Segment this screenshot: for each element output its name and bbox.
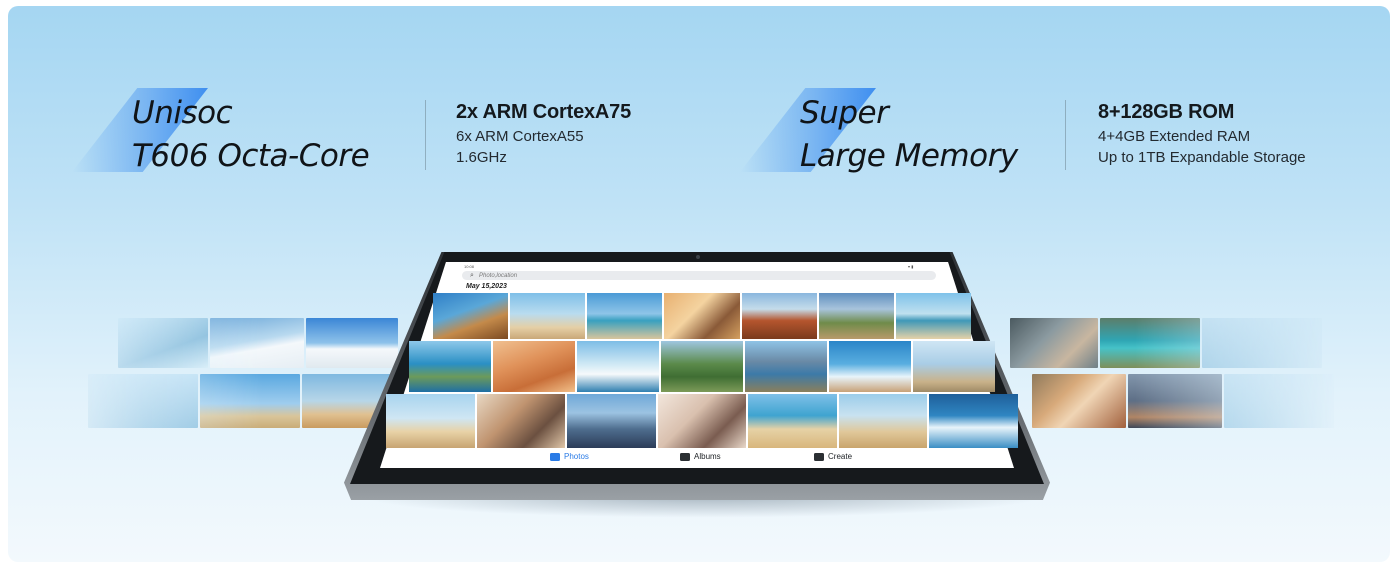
status-icons: ▾ ▮: [908, 264, 914, 269]
tab-create[interactable]: Create: [814, 450, 852, 464]
tab-photos[interactable]: Photos: [550, 450, 589, 464]
memory-headline: Super Large Memory: [800, 92, 1018, 178]
photo-thumbnail[interactable]: [493, 341, 575, 392]
strip-photo: [1224, 374, 1334, 428]
photo-thumbnail[interactable]: [741, 293, 817, 339]
search-input[interactable]: [462, 271, 936, 280]
photo-thumbnail[interactable]: [829, 341, 911, 392]
cpu-headline: Unisoc T606 Octa-Core: [132, 92, 370, 178]
camera-icon: [696, 255, 700, 259]
cpu-detail-line1: 6x ARM CortexA55: [456, 128, 584, 145]
tab-photos-label: Photos: [564, 452, 589, 461]
tab-albums-label: Albums: [694, 452, 721, 461]
status-time: 10:08: [464, 264, 475, 269]
photo-thumbnail[interactable]: [386, 394, 475, 448]
cpu-spec-block: Unisoc T606 Octa-Core 2x ARM CortexA75 6…: [72, 84, 672, 184]
cpu-headline-line1: Unisoc: [132, 95, 233, 131]
right-photo-strip: [1010, 318, 1340, 428]
photo-thumbnail[interactable]: [748, 394, 837, 448]
memory-detail-line1: 4+4GB Extended RAM: [1098, 128, 1251, 145]
tab-albums[interactable]: Albums: [680, 450, 721, 464]
strip-photo: [1010, 318, 1098, 368]
bottom-nav: Photos Albums Create: [528, 450, 868, 464]
strip-photo: [200, 374, 300, 428]
strip-photo: [88, 374, 198, 428]
spec-divider: [1065, 100, 1066, 170]
albums-icon: [680, 453, 690, 461]
photo-thumbnail[interactable]: [577, 341, 659, 392]
photo-thumbnail[interactable]: [657, 394, 747, 448]
photo-thumbnail[interactable]: [661, 341, 743, 392]
photo-thumbnail[interactable]: [476, 394, 566, 448]
strip-photo: [210, 318, 304, 368]
photo-thumbnail[interactable]: [664, 293, 740, 339]
strip-photo: [1100, 318, 1200, 368]
strip-photo: [118, 318, 208, 368]
photo-thumbnail[interactable]: [913, 341, 995, 392]
photo-thumbnail[interactable]: [818, 293, 894, 339]
photo-thumbnail[interactable]: [587, 293, 663, 339]
memory-detail-main: 8+128GB ROM: [1098, 101, 1235, 123]
strip-photo: [306, 318, 398, 368]
search-icon: ⌕: [470, 272, 474, 279]
photo-thumbnail[interactable]: [567, 394, 656, 448]
photo-thumbnail[interactable]: [433, 293, 509, 339]
cpu-headline-line2: T606 Octa-Core: [132, 138, 370, 174]
cpu-details: 2x ARM CortexA75 6x ARM CortexA55 1.6GHz: [456, 98, 631, 168]
photo-grid-row: [433, 293, 971, 339]
memory-headline-line1: Super: [800, 95, 889, 131]
date-label: May 15,2023: [466, 283, 507, 290]
photos-icon: [550, 453, 560, 461]
photo-thumbnail[interactable]: [895, 293, 971, 339]
create-icon: [814, 453, 824, 461]
cpu-detail-line2: 1.6GHz: [456, 149, 507, 166]
memory-details: 8+128GB ROM 4+4GB Extended RAM Up to 1TB…: [1098, 98, 1306, 168]
photo-thumbnail[interactable]: [745, 341, 827, 392]
photo-grid-row: [409, 341, 995, 392]
strip-photo: [1128, 374, 1222, 428]
memory-detail-line2: Up to 1TB Expandable Storage: [1098, 149, 1306, 166]
memory-spec-block: Super Large Memory 8+128GB ROM 4+4GB Ext…: [740, 84, 1360, 184]
cpu-detail-main: 2x ARM CortexA75: [456, 101, 632, 123]
photo-thumbnail[interactable]: [838, 394, 928, 448]
memory-headline-line2: Large Memory: [800, 138, 1018, 174]
spec-divider: [425, 100, 426, 170]
strip-photo: [1202, 318, 1322, 368]
left-photo-strip: [58, 318, 398, 428]
photo-thumbnail[interactable]: [929, 394, 1019, 448]
tab-create-label: Create: [828, 452, 853, 461]
search-placeholder: Photo,location: [479, 273, 518, 279]
photo-thumbnail[interactable]: [409, 341, 491, 392]
product-banner: Unisoc T606 Octa-Core 2x ARM CortexA75 6…: [8, 6, 1390, 562]
photo-thumbnail[interactable]: [510, 293, 586, 339]
strip-photo: [1032, 374, 1126, 428]
photo-grid-row: [386, 394, 1019, 448]
